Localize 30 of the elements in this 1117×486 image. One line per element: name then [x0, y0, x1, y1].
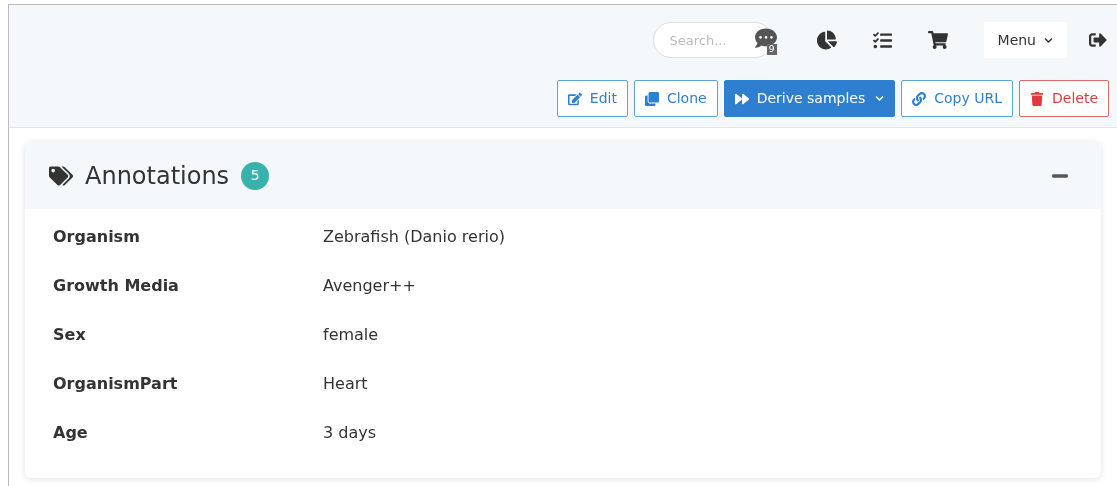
field-value: female: [323, 324, 379, 346]
logout-icon[interactable]: [1089, 31, 1107, 49]
caret-icon: [1044, 35, 1053, 45]
action-button[interactable]: Edit: [556, 80, 628, 117]
field-value: 3 days: [323, 422, 377, 444]
field-value: Zebrafish (Danio rerio): [323, 226, 505, 248]
trash-icon: [1030, 91, 1044, 106]
notification-badge: 9: [766, 44, 777, 55]
action-button[interactable]: Copy URL: [901, 80, 1013, 117]
field-label: OrganismPart: [53, 373, 179, 395]
copy-icon: [644, 91, 659, 106]
action-button[interactable]: Delete: [1019, 80, 1109, 117]
field-value: Avenger++: [323, 275, 416, 297]
link-icon: [912, 91, 927, 106]
field-label: Sex: [53, 324, 87, 346]
field-label: Growth Media: [53, 275, 180, 297]
action-button[interactable]: Derive samples: [723, 80, 896, 117]
edit-icon: [567, 91, 582, 106]
pie-chart-icon[interactable]: [816, 30, 837, 50]
cart-icon[interactable]: [927, 30, 948, 50]
field-label: Age: [53, 422, 89, 444]
card-title: Annotations: [85, 160, 230, 192]
field-label: Organism: [53, 226, 141, 248]
action-button[interactable]: Clone: [633, 80, 718, 117]
checklist-icon[interactable]: [872, 30, 892, 50]
count-badge: 5: [241, 161, 270, 190]
fast-forward-icon: [734, 91, 749, 106]
menu-dropdown[interactable]: Menu: [983, 22, 1067, 58]
field-value: Heart: [323, 373, 368, 395]
tags-icon: [49, 163, 73, 188]
